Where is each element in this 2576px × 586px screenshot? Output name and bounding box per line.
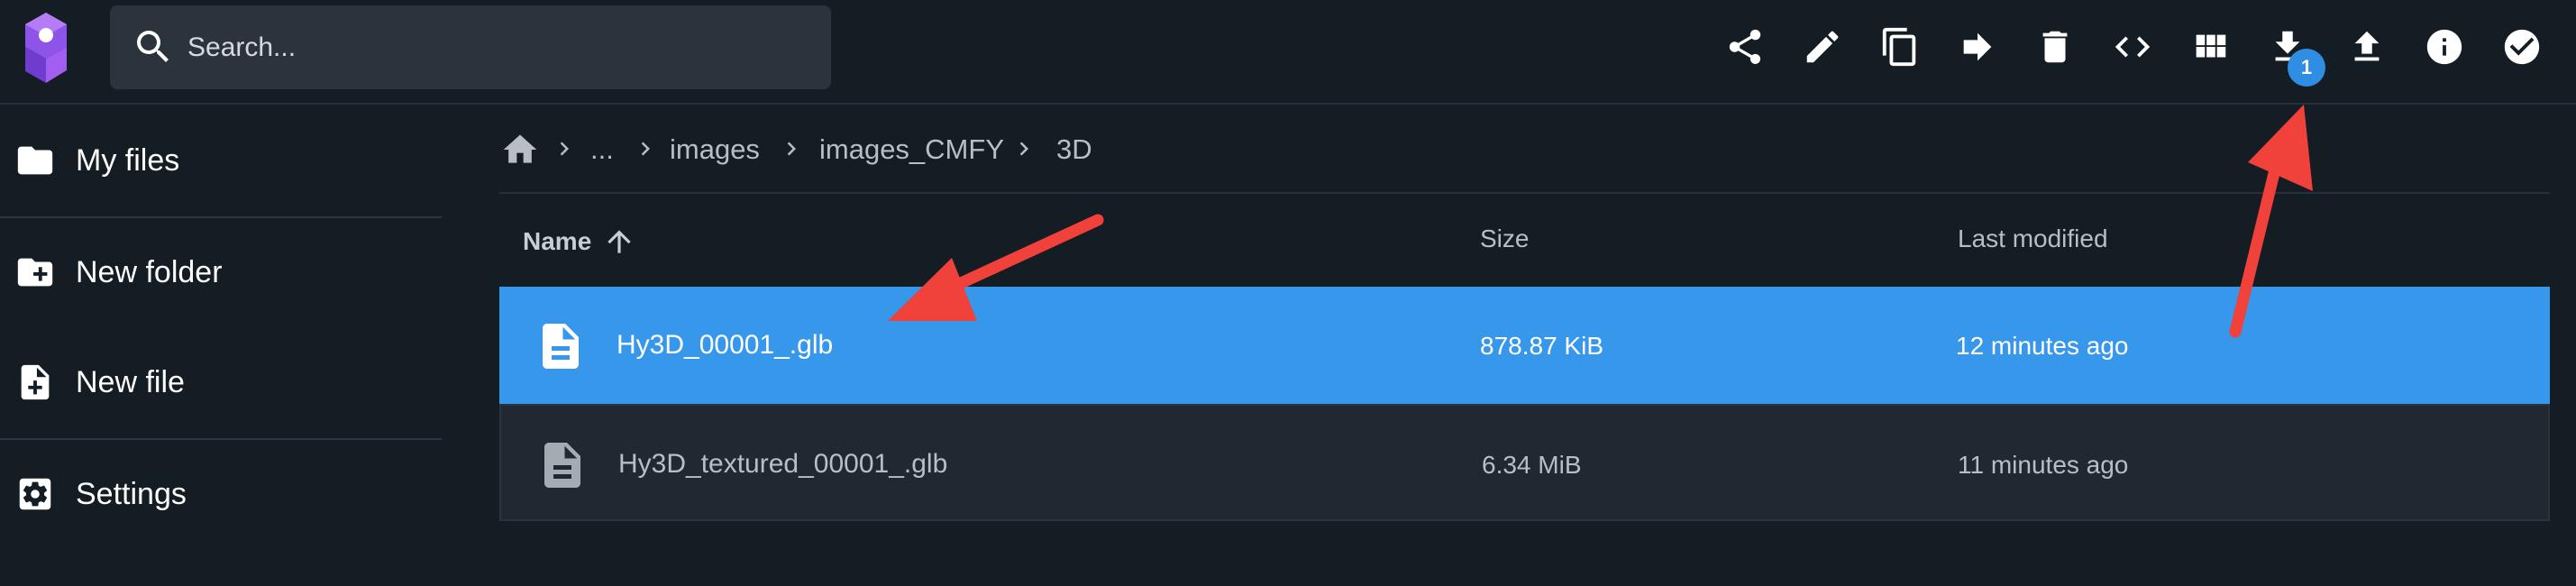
file-list-header: Name Size Last modified xyxy=(499,192,2550,287)
chevron-right-icon xyxy=(632,135,659,162)
sidebar-item-settings[interactable]: Settings xyxy=(0,440,442,548)
settings-icon xyxy=(19,478,51,510)
sidebar-item-label: New folder xyxy=(76,254,223,289)
file-modified: 12 minutes ago xyxy=(1956,332,2129,360)
delete-button[interactable] xyxy=(2026,18,2084,76)
rename-button[interactable] xyxy=(1794,18,1851,76)
code-button[interactable] xyxy=(2104,18,2161,76)
code-icon xyxy=(2115,36,2151,58)
trash-icon xyxy=(2042,31,2068,63)
file-icon xyxy=(534,319,588,373)
file-icon xyxy=(535,438,589,492)
sidebar-item-new-folder[interactable]: New folder xyxy=(0,218,442,326)
sidebar-item-label: Settings xyxy=(76,476,187,511)
search-icon xyxy=(132,25,175,69)
breadcrumb-item[interactable]: images xyxy=(670,124,760,175)
chevron-right-icon xyxy=(551,135,578,162)
app-logo[interactable] xyxy=(22,11,70,85)
upload-button[interactable] xyxy=(2338,18,2396,76)
folder-icon xyxy=(17,146,53,175)
move-button[interactable] xyxy=(1949,18,2006,76)
new-folder-icon xyxy=(17,258,53,287)
copy-button[interactable] xyxy=(1871,18,1929,76)
sidebar-item-label: My files xyxy=(76,142,180,178)
size-column-header[interactable]: Size xyxy=(1480,224,1529,253)
breadcrumb-item[interactable]: ... xyxy=(590,124,614,175)
upload-icon xyxy=(2354,31,2380,61)
share-button[interactable] xyxy=(1716,18,1774,76)
check-circle-icon xyxy=(2504,29,2540,65)
share-icon xyxy=(1729,29,1761,65)
file-size: 878.87 KiB xyxy=(1480,332,1603,360)
breadcrumb-item[interactable]: 3D xyxy=(1056,124,1092,175)
search-bar[interactable] xyxy=(110,5,831,89)
top-bar: 1 xyxy=(0,0,2576,105)
breadcrumb-item[interactable]: images_CMFY xyxy=(819,124,1004,175)
name-column-header[interactable]: Name xyxy=(523,224,636,259)
arrow-right-icon xyxy=(1963,32,1992,61)
file-name: Hy3D_00001_.glb xyxy=(617,330,834,360)
sidebar-item-new-file[interactable]: New file xyxy=(0,328,442,436)
chevron-right-icon xyxy=(1010,135,1037,162)
switch-view-button[interactable] xyxy=(2181,18,2239,76)
file-row-selected[interactable]: Hy3D_00001_.glb 878.87 KiB 12 minutes ag… xyxy=(499,287,2550,404)
sidebar-item-my-files[interactable]: My files xyxy=(0,106,442,215)
download-count-badge: 1 xyxy=(2288,49,2325,87)
file-name: Hy3D_textured_00001_.glb xyxy=(618,449,948,479)
info-icon xyxy=(2426,29,2462,65)
file-size: 6.34 MiB xyxy=(1482,451,1582,479)
download-button[interactable]: 1 xyxy=(2259,18,2325,87)
modified-column-header[interactable]: Last modified xyxy=(1958,224,2108,253)
pencil-icon xyxy=(1806,31,1839,63)
info-button[interactable] xyxy=(2416,18,2473,76)
search-input[interactable] xyxy=(186,22,811,74)
name-header-label: Name xyxy=(523,227,592,255)
file-modified: 11 minutes ago xyxy=(1958,451,2129,479)
sidebar-item-label: New file xyxy=(76,364,185,399)
new-file-icon xyxy=(21,364,50,400)
file-row[interactable]: Hy3D_textured_00001_.glb 6.34 MiB 11 min… xyxy=(499,404,2550,521)
arrow-up-icon xyxy=(607,230,631,253)
home-icon xyxy=(503,134,537,163)
select-multiple-button[interactable] xyxy=(2493,18,2551,76)
breadcrumb-home[interactable] xyxy=(500,124,540,175)
copy-icon xyxy=(1882,27,1916,67)
chevron-right-icon xyxy=(778,135,805,162)
grid-view-icon xyxy=(2196,34,2226,58)
